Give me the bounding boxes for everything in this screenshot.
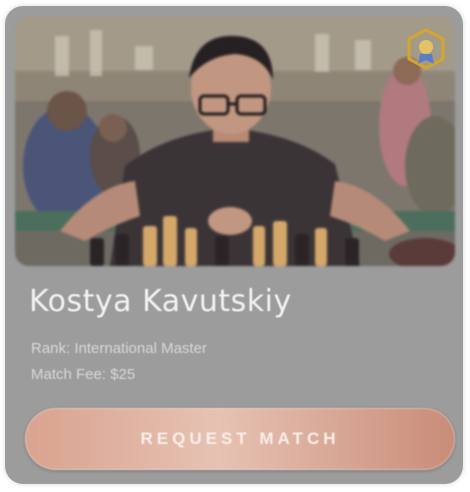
match-fee: Match Fee: $25 [31,366,136,383]
player-name: Kostya Kavutskiy [29,284,292,319]
award-badge-icon [407,28,445,70]
request-match-button[interactable]: REQUEST MATCH [25,408,455,470]
player-card: Kostya Kavutskiy Rank: International Mas… [5,6,463,484]
player-rank: Rank: International Master [31,340,207,357]
player-photo [15,16,455,266]
